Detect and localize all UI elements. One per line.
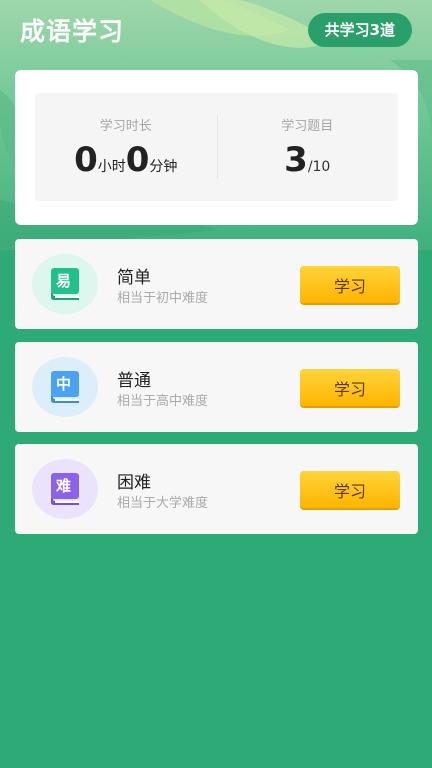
level-icon-char: 中 [56, 375, 72, 393]
hours-value: 0 [74, 140, 98, 180]
study-button[interactable]: 学习 [300, 369, 400, 406]
stats-panel: 学习时长 0小时0分钟 学习题目 3/10 [35, 93, 398, 201]
level-name: 困难 [117, 473, 151, 493]
header-bar: 成语学习 共学习3道 [0, 0, 432, 62]
total-studied-badge[interactable]: 共学习3道 [307, 13, 412, 47]
level-card-easy[interactable]: 易 简单 相当于初中难度 学习 [15, 239, 418, 329]
questions-value: 3/10 [217, 140, 399, 180]
level-name: 普通 [117, 371, 151, 391]
minutes-unit: 分钟 [149, 159, 178, 175]
level-desc: 相当于初中难度 [117, 291, 209, 306]
level-desc: 相当于高中难度 [117, 394, 209, 409]
level-icon-circle: 中 [32, 357, 98, 417]
study-button[interactable]: 学习 [300, 471, 400, 508]
study-time-value: 0小时0分钟 [35, 140, 217, 180]
level-desc: 相当于大学难度 [117, 496, 209, 511]
app-title: 成语学习 [20, 17, 125, 46]
level-name: 简单 [117, 268, 151, 288]
minutes-value: 0 [125, 140, 150, 180]
questions-done: 3 [284, 140, 308, 180]
study-button[interactable]: 学习 [300, 266, 400, 303]
level-icon-circle: 易 [32, 254, 98, 314]
level-card-hard[interactable]: 难 困难 相当于大学难度 学习 [15, 444, 418, 534]
level-icon-char: 难 [56, 477, 72, 495]
level-card-normal[interactable]: 中 普通 相当于高中难度 学习 [15, 342, 418, 432]
questions-label: 学习题目 [281, 119, 334, 134]
questions-total: /10 [307, 159, 331, 175]
study-time-stat: 学习时长 0小时0分钟 [35, 93, 217, 201]
stats-card: 学习时长 0小时0分钟 学习题目 3/10 [15, 70, 418, 225]
study-time-label: 学习时长 [99, 119, 152, 134]
questions-stat: 学习题目 3/10 [216, 93, 399, 201]
hours-unit: 小时 [97, 159, 126, 175]
level-icon-circle: 难 [32, 459, 98, 519]
level-icon-char: 易 [56, 272, 72, 290]
